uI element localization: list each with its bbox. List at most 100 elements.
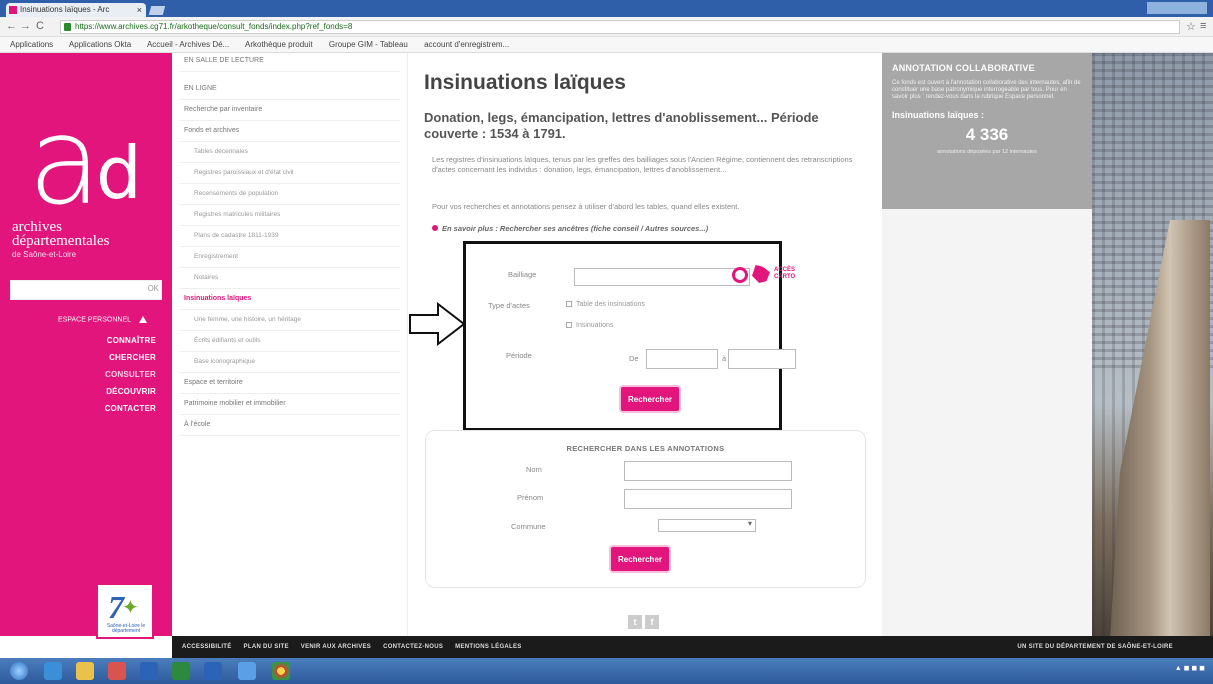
system-tray[interactable]: ▲ ◼ ◼ ◼ [1175, 664, 1205, 672]
section-nav-item[interactable]: Recensements de population [194, 190, 278, 197]
search-button[interactable]: Rechercher [621, 387, 679, 411]
search-ok-button[interactable]: OK [147, 284, 159, 293]
photo-column [1102, 53, 1105, 636]
menu-icon[interactable]: ≡ [1200, 20, 1206, 32]
page-subtitle: Donation, legs, émancipation, lettres d'… [424, 110, 819, 141]
explorer-taskbar-icon[interactable] [76, 662, 94, 680]
department-leaf-icon: ✦ [122, 597, 139, 619]
site-search-input[interactable]: OK [10, 280, 162, 300]
more-info-link[interactable]: En savoir plus : Rechercher ses ancêtres… [432, 224, 708, 233]
section-nav-item[interactable]: Espace et territoire [184, 379, 243, 386]
section-nav-item[interactable]: Registres matricules militaires [194, 211, 280, 218]
bookmark-item[interactable]: Applications Okta [69, 40, 131, 49]
facebook-icon[interactable]: f [645, 615, 659, 629]
close-tab-icon[interactable]: × [137, 3, 142, 17]
nav-chercher[interactable]: CHERCHER [105, 353, 156, 362]
section-nav-item[interactable]: Fonds et archives [184, 127, 239, 134]
divider [180, 309, 400, 310]
divider [180, 204, 400, 205]
footer-link-visit[interactable]: VENIR AUX ARCHIVES [301, 644, 371, 650]
nav-decouvrir[interactable]: DÉCOUVRIR [105, 387, 156, 396]
section-nav-item[interactable]: EN LIGNE [184, 85, 217, 92]
type-option-insinuations[interactable]: Insinuations [566, 322, 613, 329]
nav-connaitre[interactable]: CONNAÎTRE [105, 336, 156, 345]
personal-space-link[interactable]: ESPACE PERSONNEL [58, 316, 148, 323]
nom-label: Nom [526, 465, 542, 474]
site-footer: ACCESSIBILITÉ PLAN DU SITE VENIR AUX ARC… [172, 636, 1213, 658]
site-logo[interactable]: a d [28, 103, 142, 223]
divider [180, 162, 400, 163]
section-nav-item[interactable]: Patrimoine mobilier et immobilier [184, 400, 286, 407]
checkbox[interactable] [566, 301, 572, 308]
bookmark-item[interactable]: Groupe GIM - Tableau [329, 40, 408, 49]
panel-label: Insinuations laïques : [892, 110, 985, 120]
favicon-icon [9, 6, 17, 14]
nom-input[interactable] [624, 461, 792, 481]
chrome-taskbar-icon[interactable] [272, 662, 290, 680]
section-nav-item[interactable]: Écrits édifiants et outils [194, 337, 260, 344]
section-nav-item[interactable]: Insinuations laïques [184, 295, 251, 302]
section-nav-item[interactable]: Base iconographique [194, 358, 255, 365]
ie-taskbar-icon[interactable] [238, 662, 256, 680]
section-nav-item[interactable]: À l'école [184, 421, 210, 428]
window-controls[interactable] [1147, 2, 1207, 14]
section-nav-item[interactable]: Registres paroissiaux et d'état civil [194, 169, 294, 176]
browser-taskbar-icon[interactable] [44, 662, 62, 680]
divider [180, 351, 400, 352]
footer-link-sitemap[interactable]: PLAN DU SITE [244, 644, 289, 650]
section-nav-item[interactable]: Une femme, une histoire, un héritage [194, 316, 301, 323]
new-tab-button[interactable] [148, 6, 166, 15]
panel-description: Ce fonds est ouvert à l'annotation colla… [892, 80, 1081, 100]
site-sidebar: a d archives départementales de Saône-et… [0, 53, 172, 639]
footer-link-legal[interactable]: MENTIONS LÉGALES [455, 644, 521, 650]
department-logo[interactable]: 7 ✦ Saône-et-Loire le département [96, 583, 154, 639]
bookmark-item[interactable]: Applications [10, 40, 53, 49]
period-from-input[interactable] [646, 349, 718, 369]
annotation-caption: annotations déposées par 12 internautes [937, 149, 1037, 155]
section-nav: EN SALLE DE LECTURE EN LIGNE Recherche par… [172, 53, 408, 636]
social-links: tf [628, 615, 662, 629]
divider [180, 120, 400, 121]
intro-hint: Pour vos recherches et annotations pense… [432, 202, 740, 211]
back-arrow-icon[interactable]: ← [6, 20, 17, 32]
browser-tab[interactable]: Insinuations laïques - Arc × [6, 3, 146, 17]
word2-taskbar-icon[interactable] [204, 662, 222, 680]
bookmark-item[interactable]: account d'enregistrem... [424, 40, 509, 49]
commune-select[interactable]: ▾ [658, 519, 756, 532]
site-brand: archives départementales de Saône-et-Loi… [12, 219, 110, 260]
divider [180, 71, 400, 72]
period-to-input[interactable] [728, 349, 796, 369]
section-nav-item[interactable]: EN SALLE DE LECTURE [184, 57, 264, 64]
forward-arrow-icon[interactable]: → [20, 20, 31, 32]
reload-icon[interactable]: C [36, 20, 44, 32]
app-taskbar-icon[interactable] [108, 662, 126, 680]
nav-contacter[interactable]: CONTACTER [105, 404, 156, 413]
start-button-icon[interactable] [10, 662, 28, 680]
page-title: Insinuations laïques [424, 71, 626, 94]
collaborative-annotation-panel: ANNOTATION COLLABORATIVE Ce fonds est ou… [882, 53, 1092, 209]
bookmark-item[interactable]: Arkothèque produit [245, 40, 313, 49]
url-input[interactable]: https://www.archives.cg71.fr/arkotheque/… [60, 20, 1180, 34]
nav-consulter[interactable]: CONSULTER [105, 370, 156, 379]
section-nav-item[interactable]: Tables décennales [194, 148, 248, 155]
annotations-search-button[interactable]: Rechercher [611, 547, 669, 571]
excel-taskbar-icon[interactable] [172, 662, 190, 680]
section-nav-item[interactable]: Notaires [194, 274, 218, 281]
bailliage-input[interactable] [574, 268, 750, 286]
checkbox[interactable] [566, 322, 572, 329]
section-nav-item[interactable]: Plans de cadastre 1811-1939 [194, 232, 278, 239]
prenom-input[interactable] [624, 489, 792, 509]
section-nav-item[interactable]: Recherche par inventaire [184, 106, 262, 113]
twitter-icon[interactable]: t [628, 615, 642, 629]
dropdown-arrow-icon: ▾ [747, 519, 752, 528]
photo-column [1092, 53, 1095, 636]
commune-label: Commune [511, 522, 546, 531]
footer-department-link[interactable]: UN SITE DU DÉPARTEMENT DE SAÔNE-ET-LOIRE [1017, 636, 1173, 658]
footer-link-contact[interactable]: CONTACTEZ-NOUS [383, 644, 443, 650]
type-option-table[interactable]: Table des insinuations [566, 301, 645, 308]
footer-link-accessibility[interactable]: ACCESSIBILITÉ [182, 644, 232, 650]
star-icon[interactable]: ☆ [1186, 20, 1196, 33]
section-nav-item[interactable]: Enregistrement [194, 253, 238, 260]
bookmark-item[interactable]: Accueil - Archives Dé... [147, 40, 229, 49]
word-taskbar-icon[interactable] [140, 662, 158, 680]
